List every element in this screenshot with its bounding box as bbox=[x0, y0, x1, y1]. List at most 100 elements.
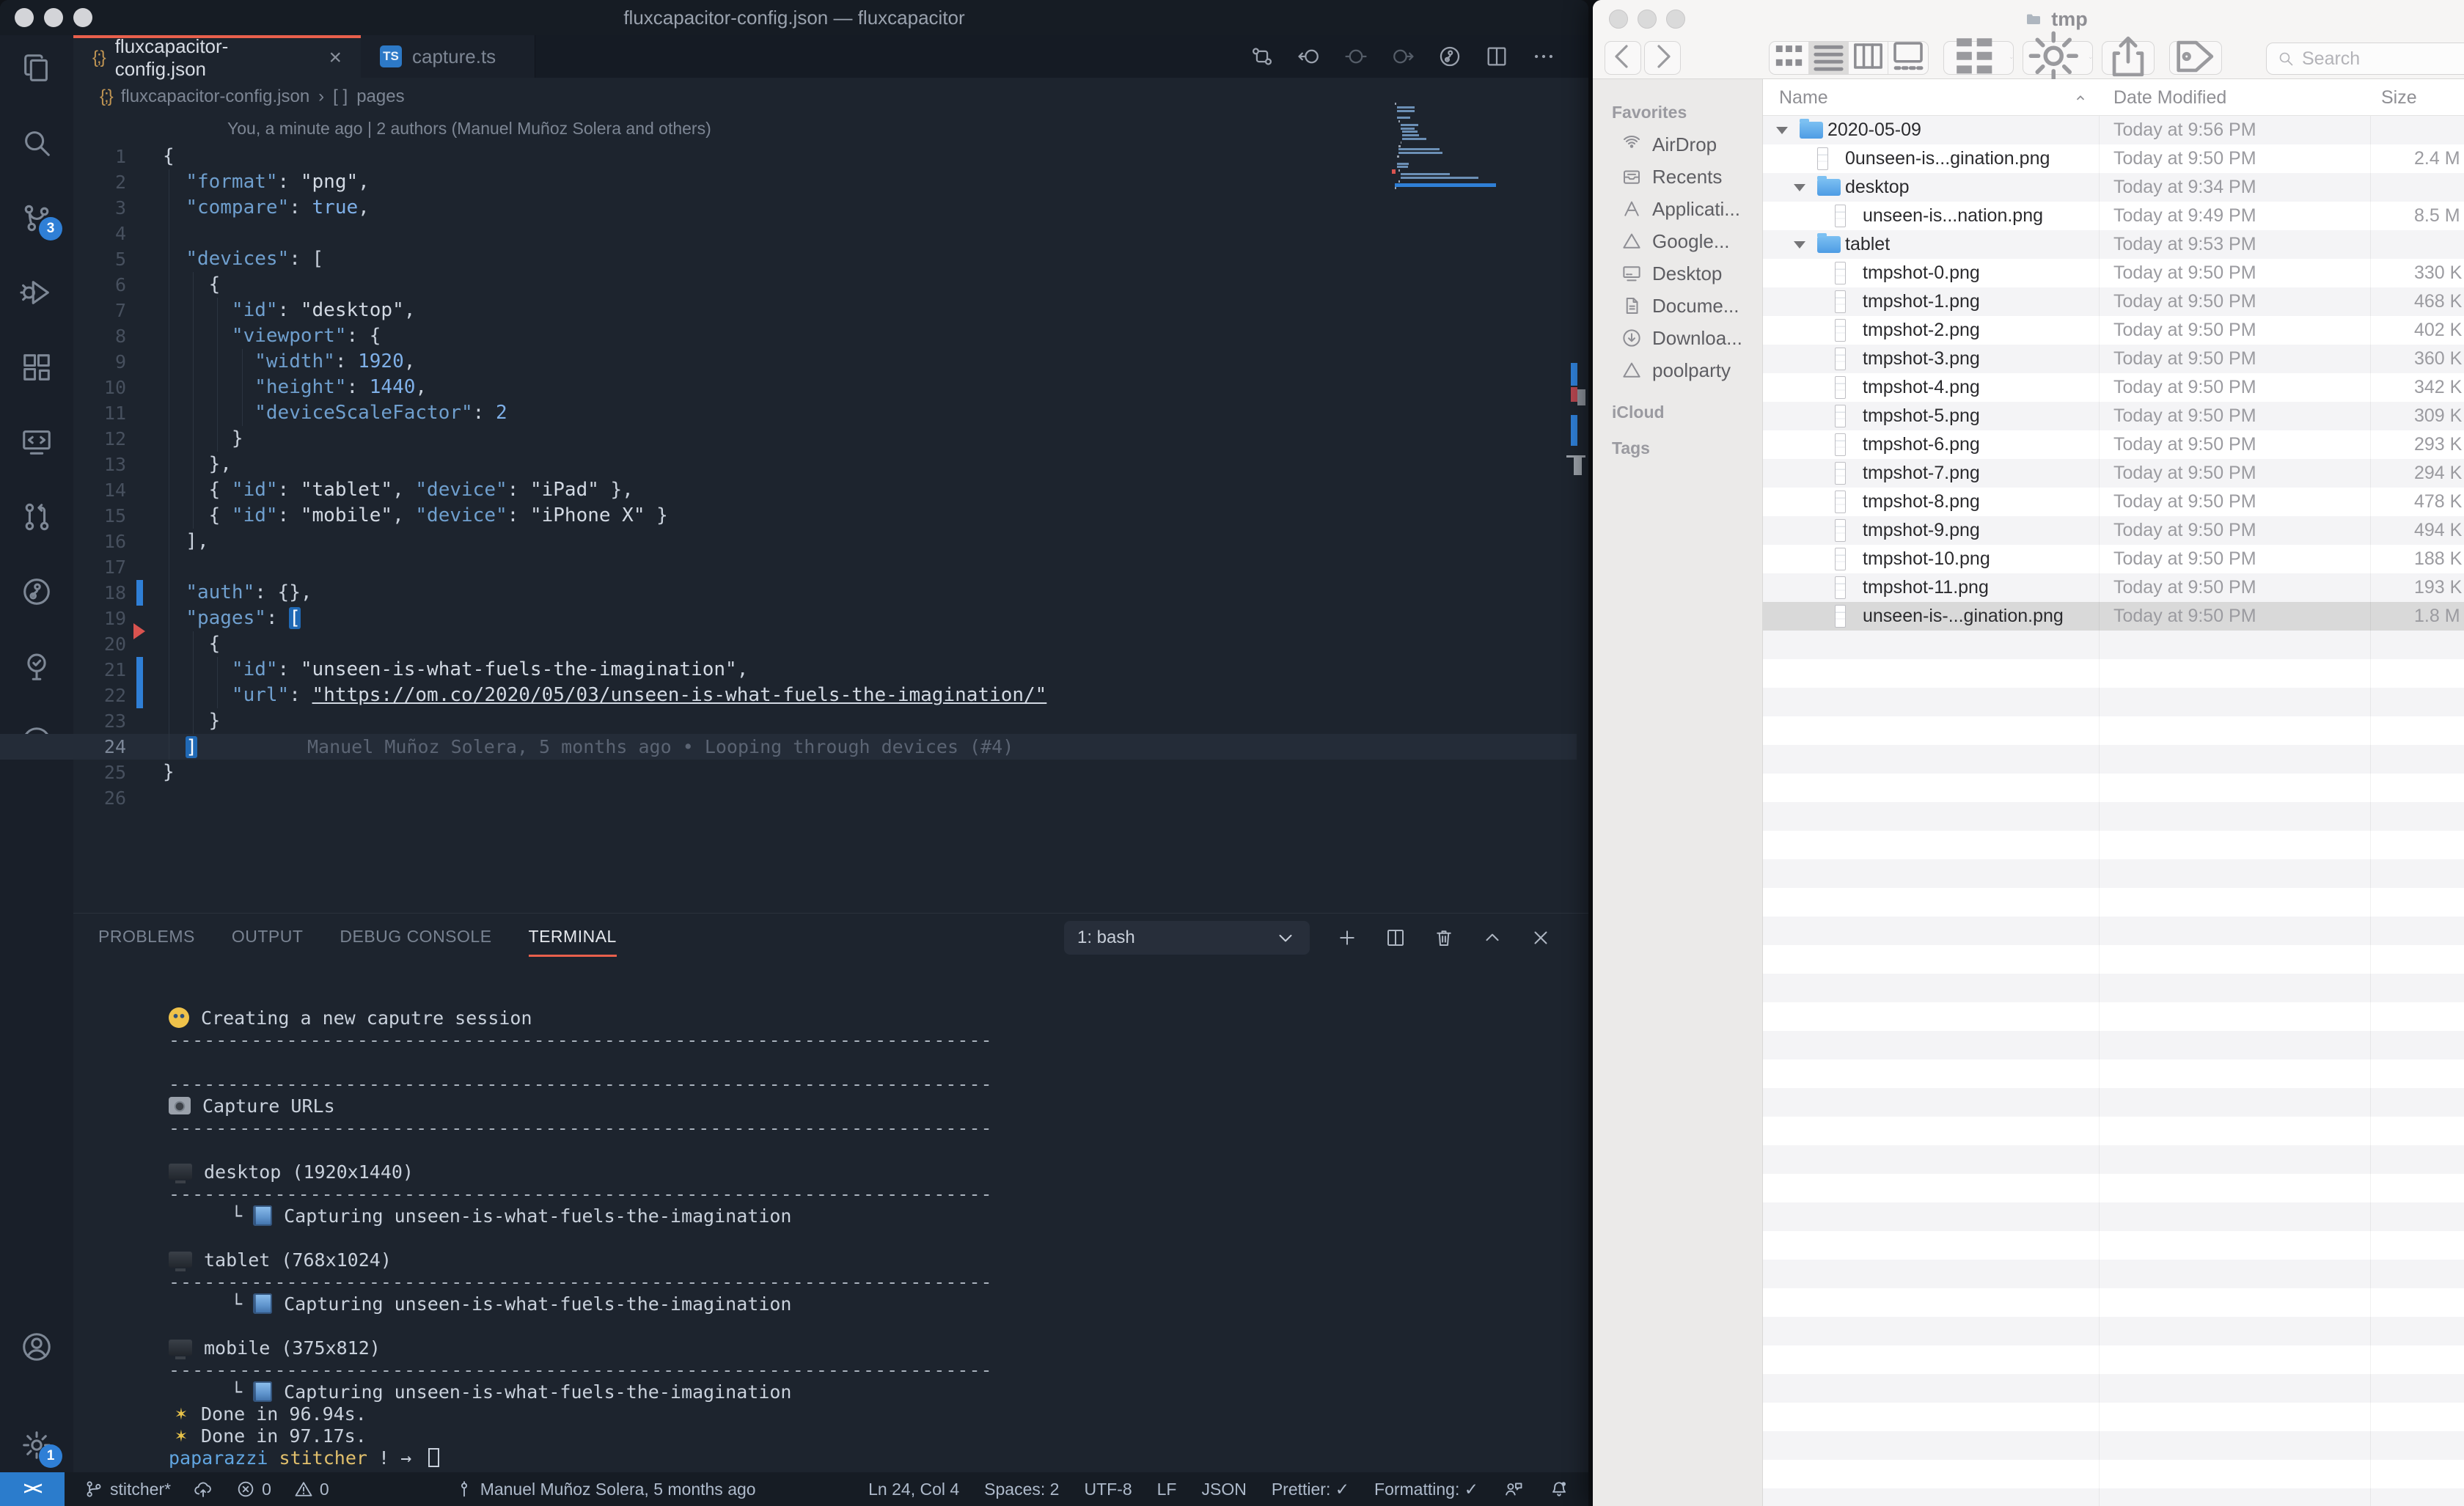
status-item[interactable]: Ln 24, Col 4 bbox=[868, 1480, 959, 1499]
traffic-lights[interactable] bbox=[15, 8, 92, 27]
file-row[interactable]: tmpshot-5.png Today at 9:50 PM 309 K bbox=[1763, 402, 2464, 430]
split-editor-icon[interactable] bbox=[1484, 44, 1509, 69]
sync-status[interactable] bbox=[193, 1479, 213, 1499]
minimize-window-button[interactable] bbox=[44, 8, 63, 27]
column-header-name[interactable]: Name bbox=[1779, 87, 1828, 109]
disclosure-triangle-icon[interactable] bbox=[1776, 127, 1788, 134]
vscode-titlebar[interactable]: fluxcapacitor-config.json — fluxcapacito… bbox=[0, 0, 1588, 35]
disclosure-triangle-icon[interactable] bbox=[1794, 184, 1805, 191]
kill-terminal-button[interactable] bbox=[1433, 927, 1455, 949]
maximize-panel-button[interactable] bbox=[1481, 927, 1503, 949]
remote-indicator[interactable]: >< bbox=[0, 1472, 65, 1506]
column-divider[interactable] bbox=[2370, 79, 2371, 1506]
sidebar-item-applicati[interactable]: Applicati... bbox=[1593, 193, 1762, 225]
tags-button[interactable] bbox=[2169, 40, 2222, 75]
file-row[interactable]: tmpshot-10.png Today at 9:50 PM 188 K bbox=[1763, 545, 2464, 573]
blame-status[interactable]: Manuel Muñoz Solera, 5 months ago bbox=[454, 1479, 756, 1499]
column-divider[interactable] bbox=[2099, 79, 2100, 1506]
file-row[interactable]: tmpshot-11.png Today at 9:50 PM 193 K bbox=[1763, 573, 2464, 602]
action-menu-button[interactable] bbox=[2023, 31, 2093, 81]
file-row[interactable]: unseen-is...nation.png Today at 9:49 PM 8.… bbox=[1763, 202, 2464, 230]
file-row[interactable]: desktop Today at 9:34 PM bbox=[1763, 173, 2464, 202]
status-item[interactable]: JSON bbox=[1201, 1480, 1246, 1499]
account-activity-item[interactable] bbox=[20, 1330, 54, 1364]
sidebar-item-airdrop[interactable]: AirDrop bbox=[1593, 128, 1762, 161]
next-change-icon[interactable] bbox=[1390, 44, 1415, 69]
tab-capture-ts[interactable]: TS capture.ts bbox=[361, 35, 535, 78]
file-row[interactable]: tmpshot-4.png Today at 9:50 PM 342 K bbox=[1763, 373, 2464, 402]
breadcrumb-file[interactable]: fluxcapacitor-config.json bbox=[121, 87, 309, 107]
minimap[interactable] bbox=[1392, 103, 1499, 199]
view-grid-button[interactable] bbox=[1770, 42, 1809, 74]
status-item[interactable]: UTF-8 bbox=[1084, 1480, 1132, 1499]
file-row[interactable]: tablet Today at 9:53 PM bbox=[1763, 230, 2464, 259]
gutter-added-marker[interactable] bbox=[136, 580, 143, 606]
zoom-window-button[interactable] bbox=[73, 8, 92, 27]
panel-tab-output[interactable]: OUTPUT bbox=[232, 927, 304, 949]
panel-tab-debug-console[interactable]: DEBUG CONSOLE bbox=[340, 927, 491, 949]
scrollbar-slider[interactable] bbox=[1577, 389, 1585, 405]
terminal-output[interactable]: Creating a new caputre session ----------… bbox=[169, 1007, 993, 1469]
split-terminal-button[interactable] bbox=[1385, 927, 1407, 949]
tab-fluxcapacitor-config[interactable]: {;} fluxcapacitor-config.json × bbox=[73, 35, 361, 80]
ellipsis-icon[interactable] bbox=[1531, 44, 1556, 69]
breadcrumb[interactable]: {;} fluxcapacitor-config.json › [ ] page… bbox=[73, 78, 405, 116]
breadcrumb-node[interactable]: pages bbox=[356, 87, 404, 107]
search-input[interactable]: Search bbox=[2266, 43, 2464, 75]
gitlens-circle-icon[interactable] bbox=[1437, 44, 1462, 69]
close-tab-icon[interactable]: × bbox=[329, 47, 342, 69]
gutter-deleted-marker[interactable] bbox=[133, 623, 153, 639]
previous-change-icon[interactable] bbox=[1297, 44, 1321, 69]
error-count[interactable]: 0 bbox=[235, 1479, 271, 1499]
panel-tab-terminal[interactable]: TERMINAL bbox=[528, 927, 617, 957]
git-branch-status[interactable]: stitcher* bbox=[84, 1479, 171, 1499]
close-window-button[interactable] bbox=[15, 8, 34, 27]
file-row[interactable]: tmpshot-8.png Today at 9:50 PM 478 K bbox=[1763, 488, 2464, 516]
file-row[interactable]: unseen-is-...gination.png Today at 9:50 P… bbox=[1763, 602, 2464, 631]
circle-dash-icon[interactable] bbox=[1343, 44, 1368, 69]
forward-button[interactable] bbox=[1644, 41, 1681, 75]
view-columns-button[interactable] bbox=[1849, 42, 1888, 74]
disclosure-triangle-icon[interactable] bbox=[1794, 241, 1805, 249]
column-header-size[interactable]: Size bbox=[2381, 87, 2417, 109]
group-by-button[interactable] bbox=[1943, 38, 2014, 75]
warning-count[interactable]: 0 bbox=[293, 1479, 329, 1499]
status-item[interactable]: Prettier: ✓ bbox=[1272, 1480, 1349, 1499]
sidebar-item-recents[interactable]: Recents bbox=[1593, 161, 1762, 193]
file-row[interactable]: tmpshot-3.png Today at 9:50 PM 360 K bbox=[1763, 345, 2464, 373]
code-editor[interactable]: 1{2 "format": "png", 3 "compare": true, 4 5… bbox=[0, 144, 1577, 811]
new-terminal-button[interactable] bbox=[1336, 927, 1358, 949]
bell-icon[interactable] bbox=[1549, 1479, 1569, 1499]
view-gallery-button[interactable] bbox=[1888, 42, 1928, 74]
panel-tab-problems[interactable]: PROBLEMS bbox=[98, 927, 195, 949]
compare-changes-icon[interactable] bbox=[1250, 44, 1275, 69]
file-row[interactable]: 2020-05-09 Today at 9:56 PM bbox=[1763, 116, 2464, 144]
sidebar-item-google[interactable]: Google... bbox=[1593, 225, 1762, 257]
sidebar-item-desktop[interactable]: Desktop bbox=[1593, 257, 1762, 290]
files-activity-item[interactable] bbox=[20, 51, 54, 85]
terminal-shell-select[interactable]: 1: bash bbox=[1064, 921, 1310, 955]
status-item[interactable]: LF bbox=[1157, 1480, 1177, 1499]
column-header-date[interactable]: Date Modified bbox=[2113, 87, 2226, 109]
codelens-annotation[interactable]: You, a minute ago | 2 authors (Manuel Mu… bbox=[227, 119, 711, 139]
file-row[interactable]: tmpshot-0.png Today at 9:50 PM 330 K bbox=[1763, 259, 2464, 287]
sidebar-item-poolparty[interactable]: poolparty bbox=[1593, 354, 1762, 386]
status-item[interactable]: Spaces: 2 bbox=[984, 1480, 1059, 1499]
file-row[interactable]: 0unseen-is...gination.png Today at 9:50 P… bbox=[1763, 144, 2464, 173]
file-row[interactable]: tmpshot-1.png Today at 9:50 PM 468 K bbox=[1763, 287, 2464, 316]
view-list-button[interactable] bbox=[1809, 42, 1849, 74]
status-item[interactable]: Formatting: ✓ bbox=[1374, 1480, 1478, 1499]
file-row[interactable]: tmpshot-9.png Today at 9:50 PM 494 K bbox=[1763, 516, 2464, 545]
finder-titlebar[interactable]: tmp Search bbox=[1593, 0, 2464, 81]
close-panel-button[interactable] bbox=[1530, 927, 1552, 949]
share-button[interactable] bbox=[2102, 36, 2155, 76]
gear-activity-item[interactable]: 1 bbox=[20, 1428, 62, 1468]
gutter-added-marker[interactable] bbox=[136, 657, 143, 708]
file-row[interactable]: tmpshot-2.png Today at 9:50 PM 402 K bbox=[1763, 316, 2464, 345]
file-row[interactable]: tmpshot-6.png Today at 9:50 PM 293 K bbox=[1763, 430, 2464, 459]
feedback-icon[interactable] bbox=[1503, 1479, 1524, 1499]
sidebar-item-docume[interactable]: Docume... bbox=[1593, 290, 1762, 322]
back-button[interactable] bbox=[1605, 41, 1641, 75]
file-row[interactable]: tmpshot-7.png Today at 9:50 PM 294 K bbox=[1763, 459, 2464, 488]
sidebar-item-downloa[interactable]: Downloa... bbox=[1593, 322, 1762, 354]
